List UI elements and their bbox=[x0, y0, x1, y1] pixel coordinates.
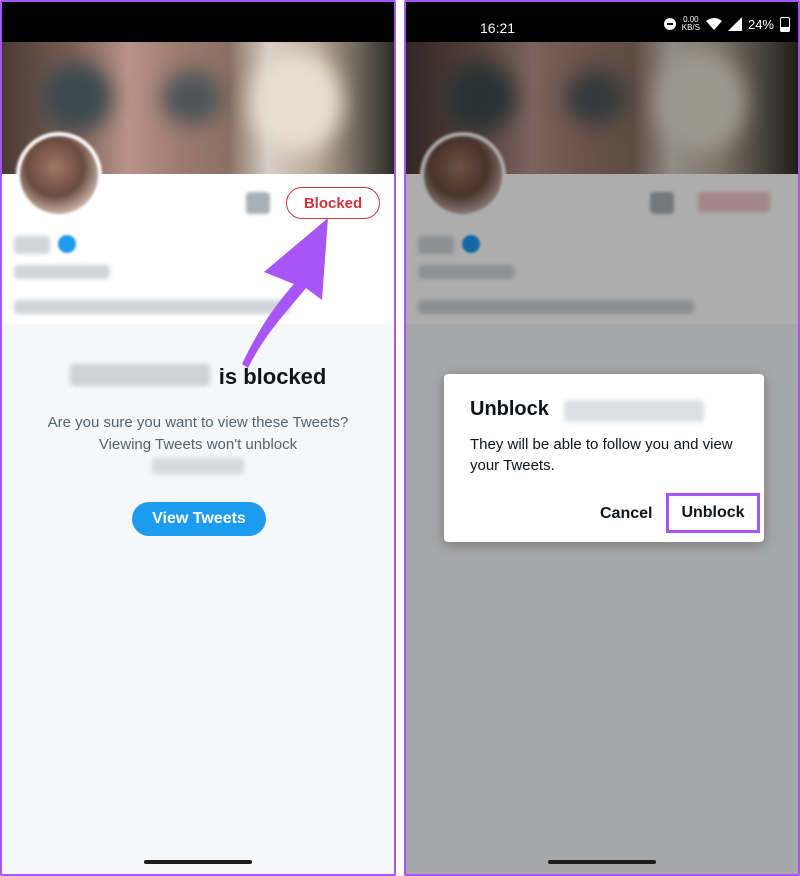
status-icons: 0.00 KB/S 24% bbox=[663, 16, 790, 32]
right-screenshot: 16:21 0.00 KB/S 24% Unblock They will be… bbox=[404, 0, 800, 876]
home-indicator[interactable] bbox=[144, 860, 252, 864]
home-indicator[interactable] bbox=[548, 860, 656, 864]
status-time: 16:21 bbox=[480, 20, 516, 36]
cancel-button[interactable]: Cancel bbox=[600, 505, 652, 523]
left-screenshot: Blocked is blocked Are you sure you want… bbox=[0, 0, 396, 876]
dialog-title: Unblock bbox=[470, 398, 549, 420]
net-speed: 0.00 KB/S bbox=[682, 16, 700, 32]
avatar[interactable] bbox=[16, 132, 102, 218]
handle-blurred bbox=[152, 458, 244, 474]
dialog-body: They will be able to follow you and view… bbox=[470, 436, 733, 474]
battery-percent: 24% bbox=[747, 16, 774, 32]
username-blurred bbox=[69, 364, 210, 386]
message-icon[interactable] bbox=[246, 192, 270, 214]
pointer-arrow-icon bbox=[242, 218, 328, 368]
blocked-heading: is blocked bbox=[2, 364, 394, 390]
username-blurred bbox=[564, 400, 704, 422]
wifi-icon bbox=[705, 18, 722, 30]
blocked-heading-text: is blocked bbox=[218, 364, 327, 389]
display-name-blurred bbox=[14, 236, 50, 254]
handle-blurred bbox=[14, 265, 110, 279]
blocked-description: Are you sure you want to view these Twee… bbox=[47, 414, 349, 453]
battery-icon bbox=[780, 16, 790, 32]
status-bar bbox=[2, 2, 394, 42]
status-bar: 16:21 0.00 KB/S 24% bbox=[406, 2, 798, 42]
net-speed-unit: KB/S bbox=[681, 23, 700, 32]
do-not-disturb-icon bbox=[663, 18, 676, 30]
unblock-button[interactable]: Unblock bbox=[666, 493, 760, 533]
unblock-dialog: Unblock They will be able to follow you … bbox=[444, 374, 764, 542]
signal-icon bbox=[727, 17, 742, 31]
verified-badge-icon bbox=[58, 235, 76, 253]
view-tweets-button[interactable]: View Tweets bbox=[132, 502, 266, 536]
